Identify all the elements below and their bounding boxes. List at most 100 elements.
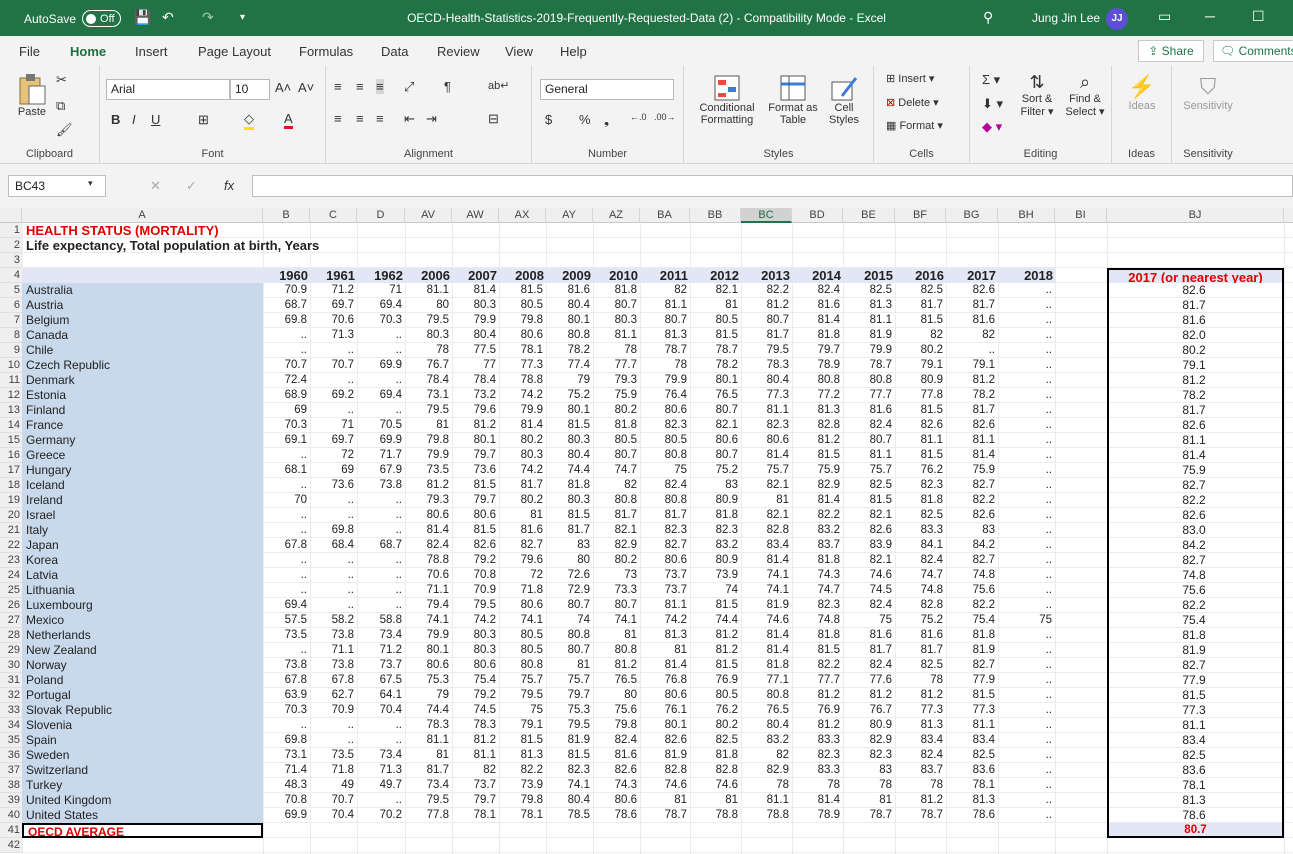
country-name[interactable]: Ireland xyxy=(26,493,261,508)
data-cell[interactable]: 81.5 xyxy=(946,688,998,703)
data-cell[interactable]: 77 xyxy=(452,358,499,373)
data-cell[interactable]: .. xyxy=(998,718,1055,733)
data-cell[interactable]: 82.5 xyxy=(895,283,946,298)
data-cell[interactable]: 78.1 xyxy=(946,778,998,793)
data-cell[interactable]: .. xyxy=(946,343,998,358)
data-cell[interactable]: 75 xyxy=(640,463,690,478)
data-cell[interactable]: 76.2 xyxy=(690,703,741,718)
data-cell[interactable]: 75.3 xyxy=(546,703,593,718)
data-cell[interactable]: 79.5 xyxy=(405,403,452,418)
data-cell[interactable]: 80.3 xyxy=(593,313,640,328)
data-cell[interactable]: 80.7 xyxy=(593,598,640,613)
data-cell[interactable]: 74.4 xyxy=(405,703,452,718)
data-cell[interactable]: 71.8 xyxy=(499,583,546,598)
data-cell[interactable]: 81.4 xyxy=(452,283,499,298)
data-cell[interactable]: .. xyxy=(263,478,310,493)
year-header[interactable]: 1961 xyxy=(310,268,357,283)
data-cell[interactable]: 77.8 xyxy=(405,808,452,823)
data-cell[interactable]: 75 xyxy=(998,613,1055,628)
cell-styles-button[interactable]: Cell Styles xyxy=(820,74,868,126)
data-cell[interactable]: 80.5 xyxy=(499,298,546,313)
cut-icon[interactable]: ✂ xyxy=(56,72,67,88)
row-header-8[interactable]: 8 xyxy=(0,328,22,343)
data-cell[interactable]: 80.1 xyxy=(546,313,593,328)
data-cell[interactable]: 81 xyxy=(593,628,640,643)
data-cell[interactable]: .. xyxy=(998,598,1055,613)
data-cell[interactable]: 81.3 xyxy=(843,298,895,313)
data-cell[interactable]: 81.2 xyxy=(452,418,499,433)
year-header[interactable]: 2017 xyxy=(946,268,998,283)
data-cell[interactable]: 69.1 xyxy=(263,433,310,448)
indent-icon[interactable]: ¶ xyxy=(444,79,451,94)
bj-value[interactable]: 84.2 xyxy=(1107,538,1284,553)
data-cell[interactable]: 82 xyxy=(946,328,998,343)
data-cell[interactable]: .. xyxy=(310,718,357,733)
data-cell[interactable]: 81.5 xyxy=(895,448,946,463)
data-cell[interactable]: 70.8 xyxy=(263,793,310,808)
data-cell[interactable]: 71.2 xyxy=(310,283,357,298)
data-cell[interactable]: 81.9 xyxy=(741,598,792,613)
data-cell[interactable]: 73.9 xyxy=(499,778,546,793)
country-name[interactable]: Australia xyxy=(26,283,261,298)
data-cell[interactable]: 81.7 xyxy=(640,508,690,523)
data-cell[interactable]: 69.9 xyxy=(357,358,405,373)
data-cell[interactable]: 80.7 xyxy=(843,433,895,448)
data-cell[interactable]: 80.5 xyxy=(640,433,690,448)
data-cell[interactable]: 49.7 xyxy=(357,778,405,793)
data-cell[interactable]: 80.8 xyxy=(593,493,640,508)
align-center-icon[interactable]: ≡ xyxy=(356,111,364,126)
data-cell[interactable]: 67.8 xyxy=(263,538,310,553)
data-cell[interactable]: 70.9 xyxy=(452,583,499,598)
data-cell[interactable]: 81.8 xyxy=(792,553,843,568)
row-header-5[interactable]: 5 xyxy=(0,283,22,298)
data-cell[interactable]: 81.7 xyxy=(499,478,546,493)
data-cell[interactable]: .. xyxy=(998,553,1055,568)
data-cell[interactable]: 81.5 xyxy=(452,523,499,538)
data-cell[interactable]: 82.5 xyxy=(843,283,895,298)
country-name[interactable]: Netherlands xyxy=(26,628,261,643)
data-cell[interactable]: 78 xyxy=(895,673,946,688)
data-cell[interactable]: 81.7 xyxy=(593,508,640,523)
data-cell[interactable]: .. xyxy=(998,508,1055,523)
select-all-corner[interactable] xyxy=(0,208,22,223)
data-cell[interactable]: 68.9 xyxy=(263,388,310,403)
data-cell[interactable]: 68.7 xyxy=(357,538,405,553)
data-cell[interactable]: .. xyxy=(310,373,357,388)
data-cell[interactable]: 82.9 xyxy=(741,763,792,778)
data-cell[interactable]: 81.8 xyxy=(946,628,998,643)
data-cell[interactable]: 80 xyxy=(593,688,640,703)
data-cell[interactable]: 82 xyxy=(593,478,640,493)
row-header-30[interactable]: 30 xyxy=(0,658,22,673)
data-cell[interactable]: 80.6 xyxy=(499,328,546,343)
data-cell[interactable]: 74.1 xyxy=(741,583,792,598)
paste-button[interactable]: Paste xyxy=(14,72,50,118)
data-cell[interactable]: 81.1 xyxy=(946,433,998,448)
data-cell[interactable]: 83.4 xyxy=(946,733,998,748)
column-header-ax[interactable]: AX xyxy=(499,208,546,223)
bj-value[interactable]: 78.1 xyxy=(1107,778,1284,793)
data-cell[interactable]: 79.7 xyxy=(792,343,843,358)
bj-value[interactable]: 81.7 xyxy=(1107,298,1284,313)
data-cell[interactable]: 77.3 xyxy=(895,703,946,718)
country-name[interactable]: Sweden xyxy=(26,748,261,763)
data-cell[interactable]: 80.7 xyxy=(640,313,690,328)
data-cell[interactable]: 81.8 xyxy=(895,493,946,508)
data-cell[interactable]: .. xyxy=(998,433,1055,448)
data-cell[interactable]: 74.1 xyxy=(405,613,452,628)
data-cell[interactable]: 81.3 xyxy=(640,328,690,343)
data-cell[interactable]: 82.7 xyxy=(946,658,998,673)
data-cell[interactable]: 82.4 xyxy=(593,733,640,748)
data-cell[interactable]: 78.3 xyxy=(741,358,792,373)
data-cell[interactable]: 79.7 xyxy=(452,793,499,808)
country-name[interactable]: Germany xyxy=(26,433,261,448)
data-cell[interactable]: 80.8 xyxy=(640,448,690,463)
data-cell[interactable]: 80.6 xyxy=(741,433,792,448)
data-cell[interactable]: 78.7 xyxy=(843,808,895,823)
data-cell[interactable]: 73.8 xyxy=(310,658,357,673)
data-cell[interactable]: 81.4 xyxy=(405,523,452,538)
data-cell[interactable]: 79.5 xyxy=(499,688,546,703)
column-header-be[interactable]: BE xyxy=(843,208,895,223)
data-cell[interactable]: 69 xyxy=(263,403,310,418)
data-cell[interactable]: 79.5 xyxy=(452,598,499,613)
bold-icon[interactable]: B xyxy=(111,112,120,127)
